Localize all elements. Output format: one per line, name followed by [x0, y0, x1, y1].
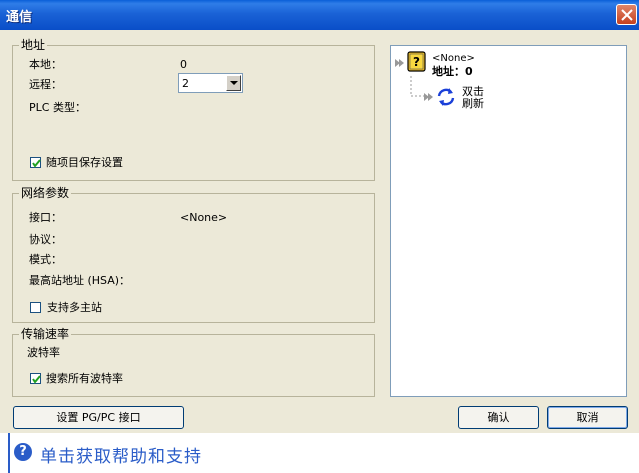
refresh-line2: 刷新: [462, 97, 484, 110]
save-with-project-checkbox[interactable]: [30, 157, 41, 168]
unknown-device-icon[interactable]: ?: [407, 51, 427, 73]
hsa-label: 最高站地址 (HSA)：: [29, 274, 131, 287]
dropdown-button[interactable]: [226, 75, 241, 91]
plc-type-label: PLC 类型：: [29, 101, 86, 114]
checkmark-icon: [32, 375, 41, 384]
window-title: 通信: [6, 10, 33, 25]
title-bar[interactable]: 通信: [0, 0, 639, 30]
checkmark-icon: [32, 159, 41, 168]
address-legend: 地址: [19, 38, 48, 52]
chevron-down-icon: [230, 81, 238, 85]
remote-address-value: 2: [182, 77, 189, 90]
communication-dialog: 通信 地址 本地： 0 远程： 2 PLC 类型： 随项目保存设置 网络参数 接…: [0, 0, 639, 473]
help-link[interactable]: 单击获取帮助和支持: [40, 442, 202, 467]
multi-master-checkbox[interactable]: [30, 302, 41, 313]
network-legend: 网络参数: [19, 186, 72, 200]
svg-text:?: ?: [413, 55, 420, 69]
transmission-group: 传输速率: [12, 327, 375, 397]
tree-arrow-icon: [424, 91, 434, 106]
network-tree-panel[interactable]: ? <None> 地址：0 双击 刷新: [390, 45, 627, 397]
help-icon[interactable]: ?: [14, 443, 32, 461]
search-all-baud-checkbox[interactable]: [30, 373, 41, 384]
set-pgpc-interface-button[interactable]: 设置 PG/PC 接口: [13, 406, 184, 429]
tree-arrow-icon: [395, 57, 405, 72]
local-label: 本地：: [29, 58, 62, 71]
refresh-icon[interactable]: [436, 86, 456, 108]
cancel-button[interactable]: 取消: [547, 406, 628, 429]
device-name: <None>: [432, 53, 475, 64]
help-strip: ? 单击获取帮助和支持: [0, 433, 639, 473]
remote-address-select[interactable]: 2: [178, 73, 243, 93]
multi-master-label: 支持多主站: [47, 301, 102, 314]
mode-label: 模式：: [29, 253, 62, 266]
transmission-legend: 传输速率: [19, 327, 72, 341]
interface-value: <None>: [180, 211, 228, 224]
ok-button[interactable]: 确认: [458, 406, 539, 429]
search-all-baud-label: 搜索所有波特率: [46, 372, 123, 385]
baud-rate-label: 波特率: [27, 346, 60, 359]
close-icon: [621, 9, 633, 21]
device-address: 地址：0: [432, 65, 473, 78]
save-with-project-label: 随项目保存设置: [46, 156, 123, 169]
local-value: 0: [180, 58, 187, 71]
help-divider: [8, 433, 10, 473]
protocol-label: 协议：: [29, 233, 62, 246]
interface-label: 接口：: [29, 211, 62, 224]
remote-label: 远程：: [29, 78, 62, 91]
close-button[interactable]: [616, 4, 637, 25]
